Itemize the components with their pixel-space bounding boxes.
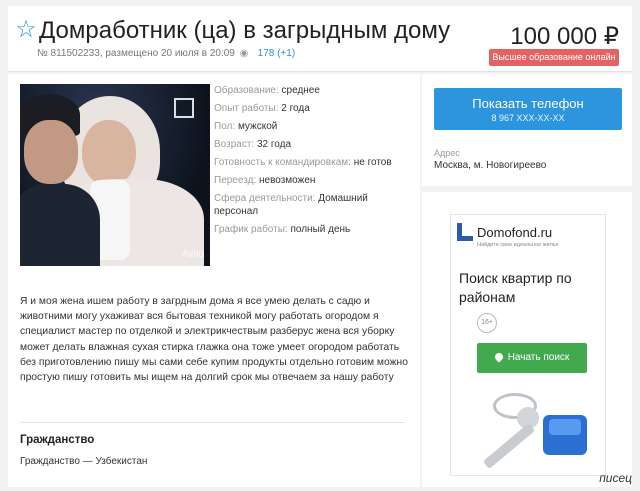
- address-value: Москва, м. Новогиреево: [434, 160, 547, 171]
- house-keychain-icon: [543, 415, 587, 455]
- domofond-logo-icon: [457, 223, 473, 241]
- listing-price: 100 000 ₽: [510, 23, 619, 50]
- show-phone-label: Показать телефон: [472, 96, 584, 111]
- views-count[interactable]: 178 (+1): [258, 48, 296, 59]
- divider: [20, 422, 405, 423]
- spec-row: Сфера деятельности: Домашний персонал: [214, 193, 368, 217]
- ad-brand: Domofond.ru: [477, 225, 553, 240]
- favorite-star-icon[interactable]: ☆: [14, 18, 38, 42]
- listing-meta: № 811502233, размещено 20 июля в 20:09 ◉…: [37, 48, 295, 59]
- spec-row: Пол: мужской: [214, 121, 278, 132]
- keys-illustration: [471, 385, 601, 475]
- ad-search-label: Начать поиск: [507, 352, 570, 363]
- ad-tagline: Найдите свое идеальное жилье: [477, 242, 559, 248]
- ad-search-button[interactable]: Начать поиск: [477, 343, 587, 373]
- citizenship-value: Гражданство — Узбекистан: [20, 456, 148, 467]
- listing-photo[interactable]: Avito: [20, 84, 210, 266]
- spec-row: Образование: среднее: [214, 85, 320, 96]
- specs-list: Образование: среднее Опыт работы: 2 года…: [214, 84, 414, 241]
- spec-row: Возраст: 32 года: [214, 139, 292, 150]
- eye-icon: ◉: [239, 48, 249, 59]
- corner-watermark: писец: [599, 471, 632, 485]
- spec-row: График работы: полный день: [214, 224, 351, 235]
- listing-header: ☆ Домработник (ца) в загрыдным дому № 81…: [8, 6, 632, 72]
- age-rating-badge: 16+: [477, 313, 497, 333]
- location-pin-icon: [493, 351, 505, 364]
- photo-watermark: Avito: [181, 249, 204, 260]
- domofond-ad[interactable]: Domofond.ru Найдите свое идеальное жилье…: [450, 214, 606, 476]
- spec-row: Переезд: невозможен: [214, 175, 316, 186]
- phone-masked: 8 967 XXX-XX-XX: [491, 113, 565, 123]
- spec-row: Готовность к командировкам: не готов: [214, 157, 392, 168]
- address-label: Адрес: [434, 148, 460, 158]
- listing-number-date: № 811502233, размещено 20 июля в 20:09: [37, 48, 235, 59]
- show-phone-button[interactable]: Показать телефон 8 967 XXX-XX-XX: [434, 88, 622, 130]
- spec-row: Опыт работы: 2 года: [214, 103, 310, 114]
- contact-panel: Показать телефон 8 967 XXX-XX-XX Адрес М…: [422, 74, 632, 186]
- listing-description: Я и моя жена ишем работу в загрдным дома…: [20, 296, 408, 384]
- ad-headline: Поиск квартир по районам: [459, 270, 572, 305]
- citizenship-heading: Гражданство: [20, 434, 95, 446]
- listing-title: Домработник (ца) в загрыдным дому: [39, 17, 451, 44]
- education-ad-badge[interactable]: Высшее образование онлайн: [489, 49, 619, 66]
- fullscreen-icon[interactable]: [174, 98, 194, 118]
- listing-main: Avito Образование: среднее Опыт работы: …: [8, 74, 420, 487]
- ad-container: Domofond.ru Найдите свое идеальное жилье…: [422, 192, 632, 487]
